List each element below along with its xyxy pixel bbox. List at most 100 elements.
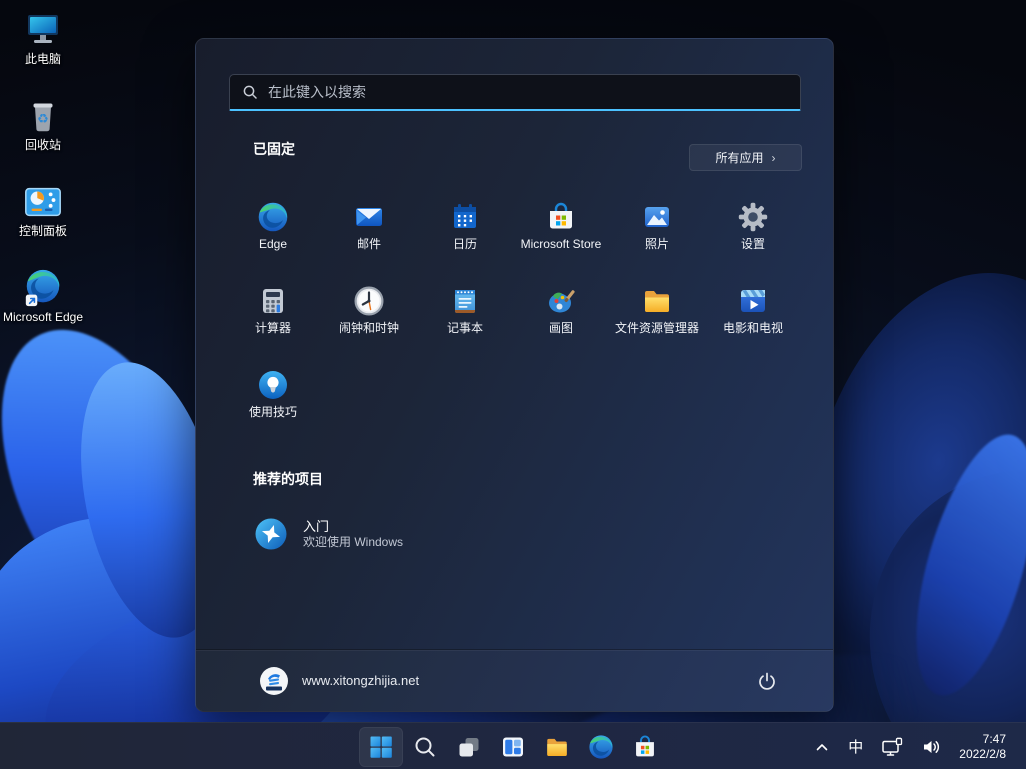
pinned-app-mail[interactable]: 邮件 xyxy=(321,195,417,279)
search-input[interactable] xyxy=(268,84,788,100)
control-panel-icon xyxy=(22,182,64,222)
recommended-item-subtitle: 欢迎使用 Windows xyxy=(303,535,403,550)
paint-palette-icon xyxy=(545,285,577,317)
search-icon xyxy=(412,734,438,760)
chevron-right-icon: › xyxy=(772,151,776,165)
pinned-section-title: 已固定 xyxy=(253,139,295,159)
pinned-apps-grid: Edge 邮件 日历 xyxy=(225,195,805,447)
desktop-icon-microsoft-edge[interactable]: Microsoft Edge xyxy=(0,262,86,330)
taskbar-center-icons xyxy=(359,723,667,769)
get-started-icon xyxy=(254,517,288,551)
pinned-app-label: 记事本 xyxy=(447,322,483,335)
tray-time: 7:47 xyxy=(983,732,1006,747)
tray-clock[interactable]: 7:47 2022/2/8 xyxy=(953,732,1012,762)
microsoft-store-icon xyxy=(545,201,577,233)
tray-date: 2022/2/8 xyxy=(959,747,1006,762)
this-pc-icon xyxy=(22,10,64,50)
taskbar-edge-button[interactable] xyxy=(579,727,623,767)
tray-ime-indicator[interactable]: 中 xyxy=(842,729,869,765)
desktop-icon-label: Microsoft Edge xyxy=(3,311,83,324)
site-link[interactable]: www.xitongzhijia.net xyxy=(259,666,419,696)
xitongzhijia-logo-icon xyxy=(259,666,289,696)
chevron-up-icon xyxy=(814,739,830,755)
pinned-app-movies-tv[interactable]: 电影和电视 xyxy=(705,279,801,363)
recycle-bin-icon: ♻ xyxy=(22,96,64,136)
all-apps-label: 所有应用 xyxy=(715,149,763,166)
desktop-icon-recycle-bin[interactable]: ♻ 回收站 xyxy=(0,90,86,158)
microsoft-store-icon xyxy=(632,734,658,760)
widgets-icon xyxy=(500,734,526,760)
taskbar-widgets-button[interactable] xyxy=(491,727,535,767)
folder-icon xyxy=(641,285,673,317)
desktop-icon-label: 控制面板 xyxy=(19,225,67,238)
pinned-app-edge[interactable]: Edge xyxy=(225,195,321,279)
taskbar-search-button[interactable] xyxy=(403,727,447,767)
search-icon xyxy=(242,84,258,100)
notepad-icon xyxy=(449,285,481,317)
pinned-app-label: 画图 xyxy=(549,322,573,335)
task-view-icon xyxy=(456,734,482,760)
recommended-item-text: 入门 欢迎使用 Windows xyxy=(303,519,403,550)
pinned-app-settings[interactable]: 设置 xyxy=(705,195,801,279)
desktop-icon-column: 此电脑 ♻ 回收站 控制面板 xyxy=(0,4,86,348)
edge-shortcut-icon xyxy=(22,268,64,308)
pinned-app-alarms-clock[interactable]: 闹钟和时钟 xyxy=(321,279,417,363)
recommended-item-get-started[interactable]: 入门 欢迎使用 Windows xyxy=(237,505,777,563)
taskbar: 中 7:47 2022/2/8 xyxy=(0,722,1026,769)
tray-network-button[interactable] xyxy=(875,729,909,765)
calculator-icon xyxy=(257,285,289,317)
folder-icon xyxy=(544,734,570,760)
power-icon xyxy=(757,671,777,691)
pinned-app-photos[interactable]: 照片 xyxy=(609,195,705,279)
edge-icon xyxy=(257,201,289,233)
start-menu-footer: www.xitongzhijia.net xyxy=(196,649,833,711)
windows-start-icon xyxy=(368,734,394,760)
pinned-app-label: 设置 xyxy=(741,238,765,251)
pinned-app-tips[interactable]: 使用技巧 xyxy=(225,363,321,447)
pinned-app-label: Edge xyxy=(259,238,287,251)
pinned-app-label: 电影和电视 xyxy=(723,322,783,335)
pinned-app-label: 闹钟和时钟 xyxy=(339,322,399,335)
all-apps-button[interactable]: 所有应用 › xyxy=(689,144,802,171)
svg-text:♻: ♻ xyxy=(37,112,49,127)
pinned-app-calendar[interactable]: 日历 xyxy=(417,195,513,279)
start-search-box[interactable] xyxy=(229,74,801,111)
pinned-app-label: 照片 xyxy=(645,238,669,251)
mail-icon xyxy=(353,201,385,233)
tray-volume-button[interactable] xyxy=(915,729,947,765)
taskbar-start-button[interactable] xyxy=(359,727,403,767)
clock-icon xyxy=(353,285,385,317)
calendar-icon xyxy=(449,201,481,233)
pinned-app-notepad[interactable]: 记事本 xyxy=(417,279,513,363)
start-menu-panel: 已固定 所有应用 › Edge 邮件 xyxy=(195,38,834,712)
system-tray: 中 7:47 2022/2/8 xyxy=(808,723,1026,769)
desktop-icon-control-panel[interactable]: 控制面板 xyxy=(0,176,86,244)
edge-icon xyxy=(588,734,614,760)
desktop-icon-this-pc[interactable]: 此电脑 xyxy=(0,4,86,72)
pinned-app-file-explorer[interactable]: 文件资源管理器 xyxy=(609,279,705,363)
pinned-app-label: 计算器 xyxy=(255,322,291,335)
taskbar-task-view-button[interactable] xyxy=(447,727,491,767)
pinned-app-calculator[interactable]: 计算器 xyxy=(225,279,321,363)
pinned-app-microsoft-store[interactable]: Microsoft Store xyxy=(513,195,609,279)
taskbar-store-button[interactable] xyxy=(623,727,667,767)
pinned-app-label: Microsoft Store xyxy=(521,238,602,251)
photos-icon xyxy=(641,201,673,233)
pinned-app-label: 文件资源管理器 xyxy=(615,322,699,335)
pinned-app-paint[interactable]: 画图 xyxy=(513,279,609,363)
pinned-app-label: 日历 xyxy=(453,238,477,251)
power-button[interactable] xyxy=(749,663,785,699)
lightbulb-icon xyxy=(257,369,289,401)
pinned-app-label: 使用技巧 xyxy=(249,406,297,419)
recommended-section-title: 推荐的项目 xyxy=(253,469,323,489)
desktop-icon-label: 此电脑 xyxy=(25,53,61,66)
tray-overflow-button[interactable] xyxy=(808,729,836,765)
network-ethernet-icon xyxy=(881,737,903,757)
settings-gear-icon xyxy=(737,201,769,233)
desktop-icon-label: 回收站 xyxy=(25,139,61,152)
site-url: www.xitongzhijia.net xyxy=(302,673,419,688)
speaker-icon xyxy=(921,737,941,757)
recommended-item-title: 入门 xyxy=(303,519,403,535)
movies-tv-icon xyxy=(737,285,769,317)
taskbar-file-explorer-button[interactable] xyxy=(535,727,579,767)
